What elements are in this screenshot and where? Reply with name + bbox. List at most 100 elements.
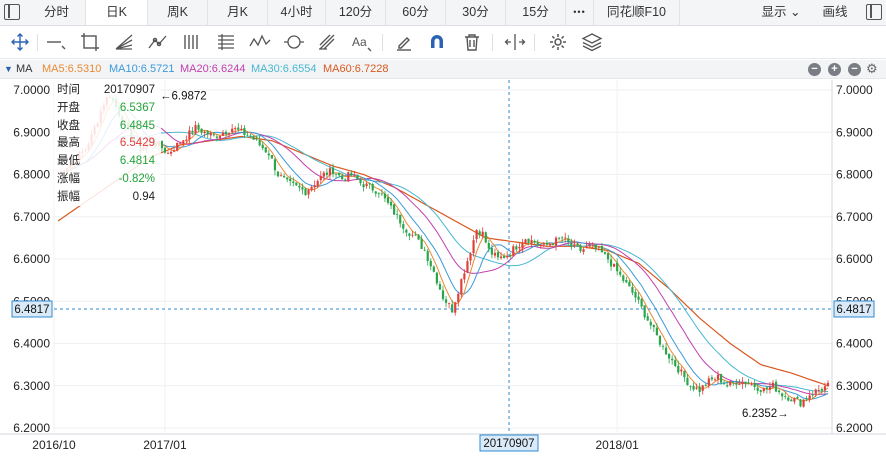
candle-body	[701, 385, 704, 391]
candle	[163, 147, 167, 154]
cycle-lines-icon[interactable]	[282, 31, 306, 53]
candle	[649, 318, 652, 330]
candle	[448, 302, 451, 309]
candle-body	[674, 360, 677, 367]
tab-60min[interactable]: 60分	[386, 0, 446, 25]
candle-body	[209, 133, 212, 136]
minus-button[interactable]: −	[808, 63, 821, 76]
layers-icon[interactable]	[580, 31, 604, 53]
candle-body	[426, 251, 429, 261]
candle-body	[704, 384, 707, 386]
candle-body	[616, 262, 619, 272]
candle	[417, 233, 420, 241]
candle	[741, 377, 744, 390]
wave-pattern-icon[interactable]	[248, 31, 272, 53]
candle-body	[723, 383, 726, 385]
settings-gear-icon[interactable]	[546, 31, 570, 53]
candle-body	[185, 139, 188, 141]
candle-body	[359, 179, 362, 184]
rectangle-icon[interactable]	[78, 31, 102, 53]
candle	[790, 398, 793, 402]
candle-body	[787, 397, 790, 401]
candle	[435, 271, 438, 286]
candle-body	[466, 261, 469, 273]
candle-body	[545, 242, 548, 245]
split-horizontal-icon[interactable]	[503, 31, 527, 53]
tab-weekly-k[interactable]: 周K	[148, 0, 208, 25]
y-tick-label: 6.4000	[13, 337, 50, 351]
fibonacci-icon[interactable]	[316, 31, 340, 53]
candle	[515, 244, 518, 252]
candle-body	[625, 279, 628, 283]
candle-body	[221, 132, 225, 136]
tab-15min[interactable]: 15分	[506, 0, 566, 25]
candle-body	[234, 128, 237, 130]
tab-daily-k[interactable]: 日K	[86, 0, 148, 25]
crosshair-move-icon[interactable]	[8, 31, 32, 53]
collapse-arrow-icon[interactable]: ▼	[4, 60, 13, 79]
candle-body	[454, 302, 457, 313]
candle-body	[606, 253, 610, 260]
candle-body	[319, 175, 322, 181]
text-annotation-icon[interactable]: Aa	[350, 31, 374, 53]
ma-settings-gear-icon[interactable]: ⚙	[866, 59, 878, 78]
candle	[698, 382, 701, 397]
eraser-pen-icon[interactable]	[392, 31, 416, 53]
candle-body	[515, 246, 518, 250]
candle-body	[655, 327, 658, 336]
candle-body	[530, 239, 533, 244]
more-periods-button[interactable]: •••	[566, 0, 594, 25]
candle	[802, 399, 805, 408]
candle-body	[539, 244, 542, 246]
magnet-icon[interactable]	[425, 31, 449, 53]
y-tick-label: 6.9000	[13, 125, 50, 139]
trend-tools-icon[interactable]	[146, 31, 170, 53]
info-row: 开盘 6.5367	[54, 99, 161, 117]
tab-fenshi[interactable]: 分时	[28, 0, 86, 25]
gann-bars-icon[interactable]	[180, 31, 204, 53]
right-panel-toggle-icon[interactable]	[866, 4, 882, 20]
candle-body	[527, 238, 530, 243]
horizontal-line-icon[interactable]	[44, 31, 68, 53]
display-menu[interactable]: 显示 ⌄	[756, 0, 806, 25]
candle	[472, 235, 475, 257]
tab-monthly-k[interactable]: 月K	[208, 0, 268, 25]
candle	[558, 236, 561, 241]
info-value: 6.5367	[119, 101, 155, 114]
tab-f10[interactable]: 同花顺F10	[594, 0, 680, 25]
candle-body	[719, 374, 723, 383]
left-panel-toggle-icon[interactable]	[4, 4, 20, 20]
candle-body	[200, 128, 203, 133]
remove-button[interactable]: −	[848, 63, 861, 76]
candle-body	[548, 244, 552, 246]
candle	[521, 238, 524, 253]
candle	[466, 257, 469, 274]
tab-4hour[interactable]: 4小时	[268, 0, 326, 25]
candle-body	[741, 381, 744, 385]
candle	[429, 258, 432, 271]
period-tab-bar: 分时 日K 周K 月K 4小时 120分 60分 30分 15分 ••• 同花顺…	[0, 0, 886, 26]
candle-body	[273, 159, 277, 171]
tab-30min[interactable]: 30分	[446, 0, 506, 25]
plus-button[interactable]: +	[828, 63, 841, 76]
candle	[206, 129, 209, 139]
trash-icon[interactable]	[460, 31, 484, 53]
candle-body	[640, 299, 643, 307]
candle-body	[573, 244, 576, 247]
candle-body	[218, 135, 222, 139]
candle	[319, 170, 322, 184]
candle-body	[475, 230, 478, 240]
draw-line-button[interactable]: 画线	[812, 0, 858, 25]
ma30-value: MA30:6.6554	[251, 63, 317, 75]
candle	[286, 177, 289, 183]
tab-120min[interactable]: 120分	[326, 0, 386, 25]
y-tick-label: 6.4000	[836, 337, 873, 351]
candle-body	[487, 242, 490, 249]
candle-body	[286, 177, 289, 180]
candle-body	[744, 381, 747, 384]
candle	[747, 378, 750, 385]
y-tick-label: 6.8000	[836, 168, 873, 182]
channel-lines-icon[interactable]	[214, 31, 238, 53]
candle-body	[542, 243, 545, 245]
fan-lines-icon[interactable]	[112, 31, 136, 53]
